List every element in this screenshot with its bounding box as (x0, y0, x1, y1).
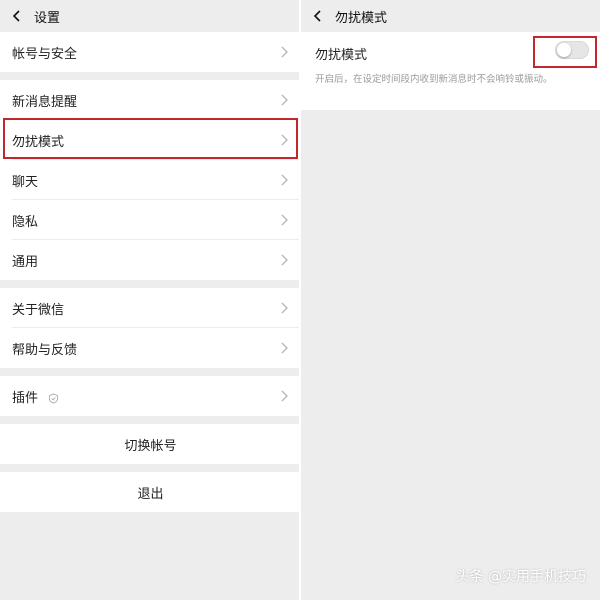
menu-item-chat[interactable]: 聊天 (0, 160, 299, 200)
page-title: 勿扰模式 (335, 10, 388, 26)
menu-item-general[interactable]: 通用 (0, 240, 299, 280)
dnd-label: 勿扰模式 (315, 48, 368, 63)
chevron-right-icon (281, 46, 288, 58)
dnd-toggle[interactable] (555, 41, 589, 59)
menu-item-privacy[interactable]: 隐私 (0, 200, 299, 240)
chevron-right-icon (281, 254, 288, 266)
menu-item-about-wechat[interactable]: 关于微信 (0, 288, 299, 328)
group-gap (0, 464, 299, 472)
switch-account-group: 切换帐号 (0, 424, 299, 464)
account-group: 帐号与安全 (0, 32, 299, 72)
logout-group: 退出 (0, 472, 299, 512)
shield-icon (49, 392, 59, 404)
page-title: 设置 (34, 10, 61, 26)
chevron-right-icon (281, 134, 288, 146)
menu-item-help-feedback[interactable]: 帮助与反馈 (0, 328, 299, 368)
switch-account-button[interactable]: 切换帐号 (0, 424, 299, 464)
menu-item-label: 隐私 (12, 214, 39, 230)
logout-label: 退出 (137, 486, 164, 502)
plugins-label: 插件 (12, 390, 39, 406)
back-arrow-icon[interactable] (10, 9, 24, 23)
menu-item-label: 帐号与安全 (12, 46, 78, 62)
chevron-right-icon (281, 214, 288, 226)
chevron-right-icon (281, 342, 288, 354)
menu-item-label: 新消息提醒 (12, 94, 78, 110)
menu-item-label: 帮助与反馈 (12, 342, 78, 358)
watermark: 头条 @实用手机技巧 (455, 569, 586, 585)
general-group: 新消息提醒 勿扰模式 聊天 隐私 通用 (0, 80, 299, 280)
menu-item-do-not-disturb[interactable]: 勿扰模式 (0, 120, 299, 160)
dnd-panel: 勿扰模式 勿扰模式 开启后，在设定时间段内收到新消息时不会响铃或振动。 头条 @… (301, 0, 600, 600)
dnd-header: 勿扰模式 (301, 0, 600, 32)
back-arrow-icon[interactable] (311, 9, 325, 23)
dnd-description: 开启后，在设定时间段内收到新消息时不会响铃或振动。 (315, 74, 553, 85)
group-gap (0, 280, 299, 288)
menu-item-plugins[interactable]: 插件 (0, 376, 299, 416)
settings-panel: 设置 帐号与安全 新消息提醒 勿扰模式 聊天 隐私 通用 关于微信 帮助与反馈 … (0, 0, 299, 600)
switch-account-label: 切换帐号 (124, 438, 177, 454)
chevron-right-icon (281, 302, 288, 314)
logout-button[interactable]: 退出 (0, 472, 299, 512)
plugins-group: 插件 (0, 376, 299, 416)
about-group: 关于微信 帮助与反馈 (0, 288, 299, 368)
dnd-setting-card: 勿扰模式 开启后，在设定时间段内收到新消息时不会响铃或振动。 (301, 32, 600, 110)
menu-item-notifications[interactable]: 新消息提醒 (0, 80, 299, 120)
menu-item-label: 通用 (12, 254, 39, 270)
chevron-right-icon (281, 94, 288, 106)
menu-item-label: 聊天 (12, 174, 39, 190)
settings-header: 设置 (0, 0, 299, 32)
menu-item-label: 插件 (12, 387, 279, 406)
chevron-right-icon (281, 390, 288, 402)
toggle-knob (557, 43, 571, 57)
menu-item-account-security[interactable]: 帐号与安全 (0, 32, 299, 72)
group-gap (0, 368, 299, 376)
menu-item-label: 勿扰模式 (12, 134, 65, 150)
chevron-right-icon (281, 174, 288, 186)
group-gap (0, 72, 299, 80)
group-gap (0, 416, 299, 424)
menu-item-label: 关于微信 (12, 302, 65, 318)
